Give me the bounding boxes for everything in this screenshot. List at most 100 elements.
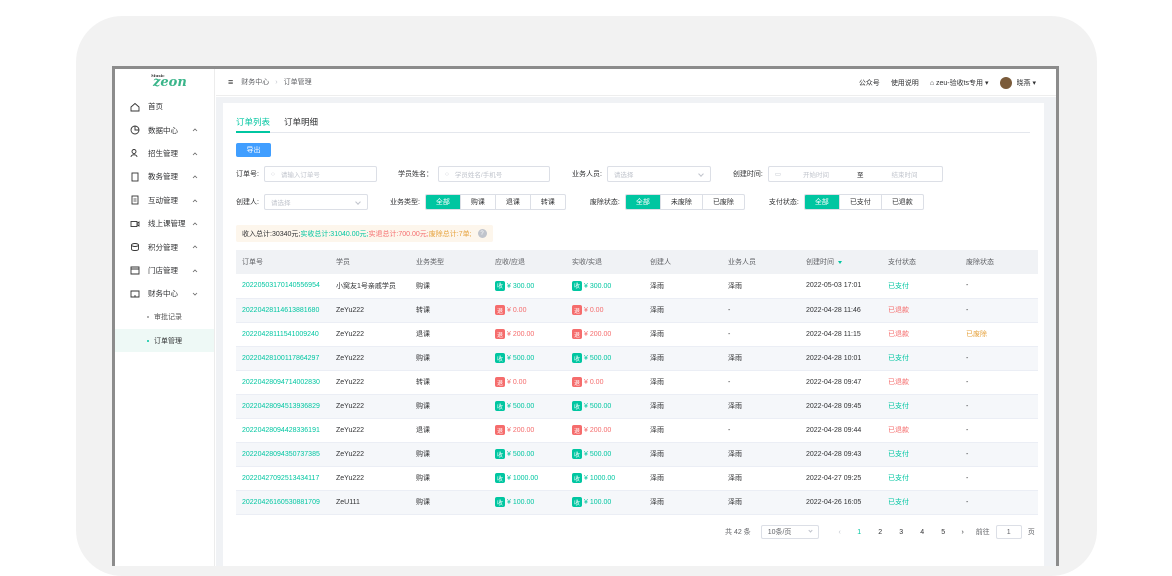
sales-cell: - (722, 322, 800, 347)
sidebar-item-2[interactable]: 招生管理 (115, 142, 214, 165)
void-status-option-0[interactable]: 全部 (625, 195, 660, 209)
void-status-cell: - (960, 394, 1038, 419)
chevron-down-icon (808, 528, 813, 533)
sidebar-item-label: 教务管理 (148, 172, 178, 182)
prev-page-icon[interactable]: ‹ (831, 529, 849, 536)
table-row[interactable]: 20220427092513434117 ZeYu222 购课收 ¥ 1000.00 收… (236, 466, 1038, 491)
sidebar-item-0[interactable]: 首页 (115, 95, 214, 118)
order-id-link[interactable]: 20220427092513434117 (236, 466, 330, 491)
sidebar-item-8[interactable]: 财务中心 (115, 282, 214, 305)
payment-status-option-1[interactable]: 已支付 (838, 195, 881, 209)
business-type-option-1[interactable]: 购课 (459, 195, 495, 209)
kind-badge: 退 (495, 329, 505, 339)
time-cell: 2022-04-28 10:01 (800, 346, 882, 371)
business-type-option-0[interactable]: 全部 (425, 195, 460, 209)
order-id-link[interactable]: 20220426160530881709 (236, 490, 330, 515)
order-id-link[interactable]: 20220428114613881680 (236, 298, 330, 323)
sales-cell: - (722, 418, 800, 443)
help-icon[interactable]: ? (477, 229, 487, 238)
order-number-input[interactable]: ○ 请输入订单号 (263, 166, 377, 182)
kind-badge: 收 (495, 280, 505, 291)
table-row[interactable]: 20220428111541009240 ZeYu222 退课退 ¥ 200.00 退 ¥… (236, 322, 1038, 347)
creator-cell: 泽雨 (644, 418, 722, 443)
void-status-cell: 已废除 (960, 322, 1038, 347)
paid-cell: 收 ¥ 100.00 (566, 490, 644, 515)
business-type-option-2[interactable]: 退课 (494, 195, 530, 209)
time-cell: 2022-04-28 09:44 (800, 418, 882, 443)
paid-cell: 收 ¥ 1000.00 (566, 466, 644, 491)
business-type-option-3[interactable]: 转课 (529, 195, 565, 209)
breadcrumb-finance[interactable]: 财务中心 (241, 79, 269, 86)
store-switcher[interactable]: ⌂ zeu-验收ts专用 ▾ (930, 78, 989, 88)
sort-icon[interactable] (838, 260, 842, 264)
student-search-input[interactable]: ○ 学员姓名/手机号 (437, 166, 550, 182)
tab-order-list[interactable]: 订单列表 (236, 111, 271, 133)
column-header: 支付状态 (882, 250, 960, 274)
export-button[interactable]: 导出 (236, 143, 271, 157)
sidebar-item-6[interactable]: 积分管理 (115, 235, 214, 258)
due-cell: 收 ¥ 500.00 (489, 442, 566, 467)
top-bar: ≡ 财务中心 › 订单管理 公众号 使用说明 ⌂ zeu-验收ts专用 ▾ 晓燕 ▾ (216, 69, 1056, 96)
sidebar-item-9[interactable]: 审批记录 (115, 306, 214, 329)
sales-cell: - (722, 298, 800, 323)
student-cell: 小窝友1号亲戚学员 (330, 274, 410, 299)
table-row[interactable]: 20220426160530881709 ZeU111 购课收 ¥ 100.00 收 ¥ … (236, 490, 1038, 515)
sidebar-item-10[interactable]: 订单管理 (115, 328, 214, 353)
creator-select[interactable]: 请选择 (263, 194, 368, 210)
type-cell: 购课 (410, 490, 489, 515)
paid-cell: 收 ¥ 300.00 (566, 274, 644, 299)
help-link[interactable]: 使用说明 (891, 78, 919, 88)
time-cell: 2022-04-28 09:47 (800, 370, 882, 395)
sidebar-item-5[interactable]: 线上课管理 (115, 212, 214, 235)
void-status-option-1[interactable]: 未废除 (659, 195, 702, 209)
pay-status-cell: 已支付 (882, 490, 960, 515)
goto-page-input[interactable]: 1 (995, 525, 1022, 539)
column-header[interactable]: 创建时间 (800, 250, 882, 274)
order-id-link[interactable]: 20220428100117864297 (236, 346, 330, 371)
table-row[interactable]: 20220428114613881680 ZeYu222 转课退 ¥ 0.00 退 ¥ 0… (236, 298, 1038, 323)
menu-toggle-icon[interactable]: ≡ (228, 77, 233, 87)
chevron-up-icon (192, 243, 198, 249)
kind-badge: 退 (572, 305, 582, 315)
table-row[interactable]: 20220428094428336191 ZeYu222 退课退 ¥ 200.00 退 ¥… (236, 418, 1038, 443)
sidebar-item-3[interactable]: 教务管理 (115, 165, 214, 188)
table-row[interactable]: 20220428094714002830 ZeYu222 转课退 ¥ 0.00 退 ¥ 0… (236, 370, 1038, 395)
order-id-link[interactable]: 20220428111541009240 (236, 322, 330, 347)
table-row[interactable]: 20220428094513936829 ZeYu222 购课收 ¥ 500.00 收 ¥… (236, 394, 1038, 419)
sidebar-item-label: 订单管理 (154, 337, 182, 345)
void-status-option-2[interactable]: 已废除 (701, 195, 744, 209)
column-header: 订单号 (236, 250, 330, 274)
page-button[interactable]: 4 (912, 529, 933, 536)
payment-status-option-2[interactable]: 已退款 (880, 195, 923, 209)
user-menu[interactable]: 晓燕 ▾ (999, 76, 1036, 89)
sidebar-item-7[interactable]: 门店管理 (115, 259, 214, 282)
tab-order-detail[interactable]: 订单明细 (284, 111, 318, 133)
next-page-icon[interactable]: › (954, 529, 972, 536)
date-range-picker[interactable]: ▭ 开始时间至结束时间 (767, 166, 943, 182)
order-id-link[interactable]: 20220428094428336191 (236, 418, 330, 443)
sidebar-item-4[interactable]: 互动管理 (115, 189, 214, 212)
sidebar-item-1[interactable]: 数据中心 (115, 118, 214, 141)
page-size-select[interactable]: 10条/页 (760, 525, 819, 539)
page-button[interactable]: 2 (870, 529, 891, 536)
column-header: 业务人员 (722, 250, 800, 274)
table-row[interactable]: 20220428094350737385 ZeYu222 购课收 ¥ 500.00 收 ¥… (236, 442, 1038, 467)
order-id-link[interactable]: 20220428094714002830 (236, 370, 330, 395)
page-button[interactable]: 1 (849, 529, 870, 536)
pay-status-cell: 已支付 (882, 346, 960, 371)
order-id-link[interactable]: 20220428094350737385 (236, 442, 330, 467)
chevron-up-icon (192, 150, 198, 156)
table-row[interactable]: 2022050317014055695​4 小窝友1号亲戚学员 购课收 ¥ 300.0… (236, 274, 1038, 299)
page-button[interactable]: 3 (891, 529, 912, 536)
order-id-link[interactable]: 2022050317014055695​4 (236, 274, 330, 299)
due-cell: 退 ¥ 200.00 (489, 418, 566, 443)
table-row[interactable]: 20220428100117864297 ZeYu222 购课收 ¥ 500.00 收 ¥… (236, 346, 1038, 371)
official-account-link[interactable]: 公众号 (859, 78, 880, 88)
order-id-link[interactable]: 20220428094513936829 (236, 394, 330, 419)
page-button[interactable]: 5 (933, 529, 954, 536)
chevron-down-icon (698, 171, 704, 177)
sales-select[interactable]: 请选择 (606, 166, 711, 182)
payment-status-option-0[interactable]: 全部 (804, 195, 839, 209)
tab-bar: 订单列表 订单明细 (236, 111, 1030, 133)
creator-cell: 泽雨 (644, 490, 722, 515)
